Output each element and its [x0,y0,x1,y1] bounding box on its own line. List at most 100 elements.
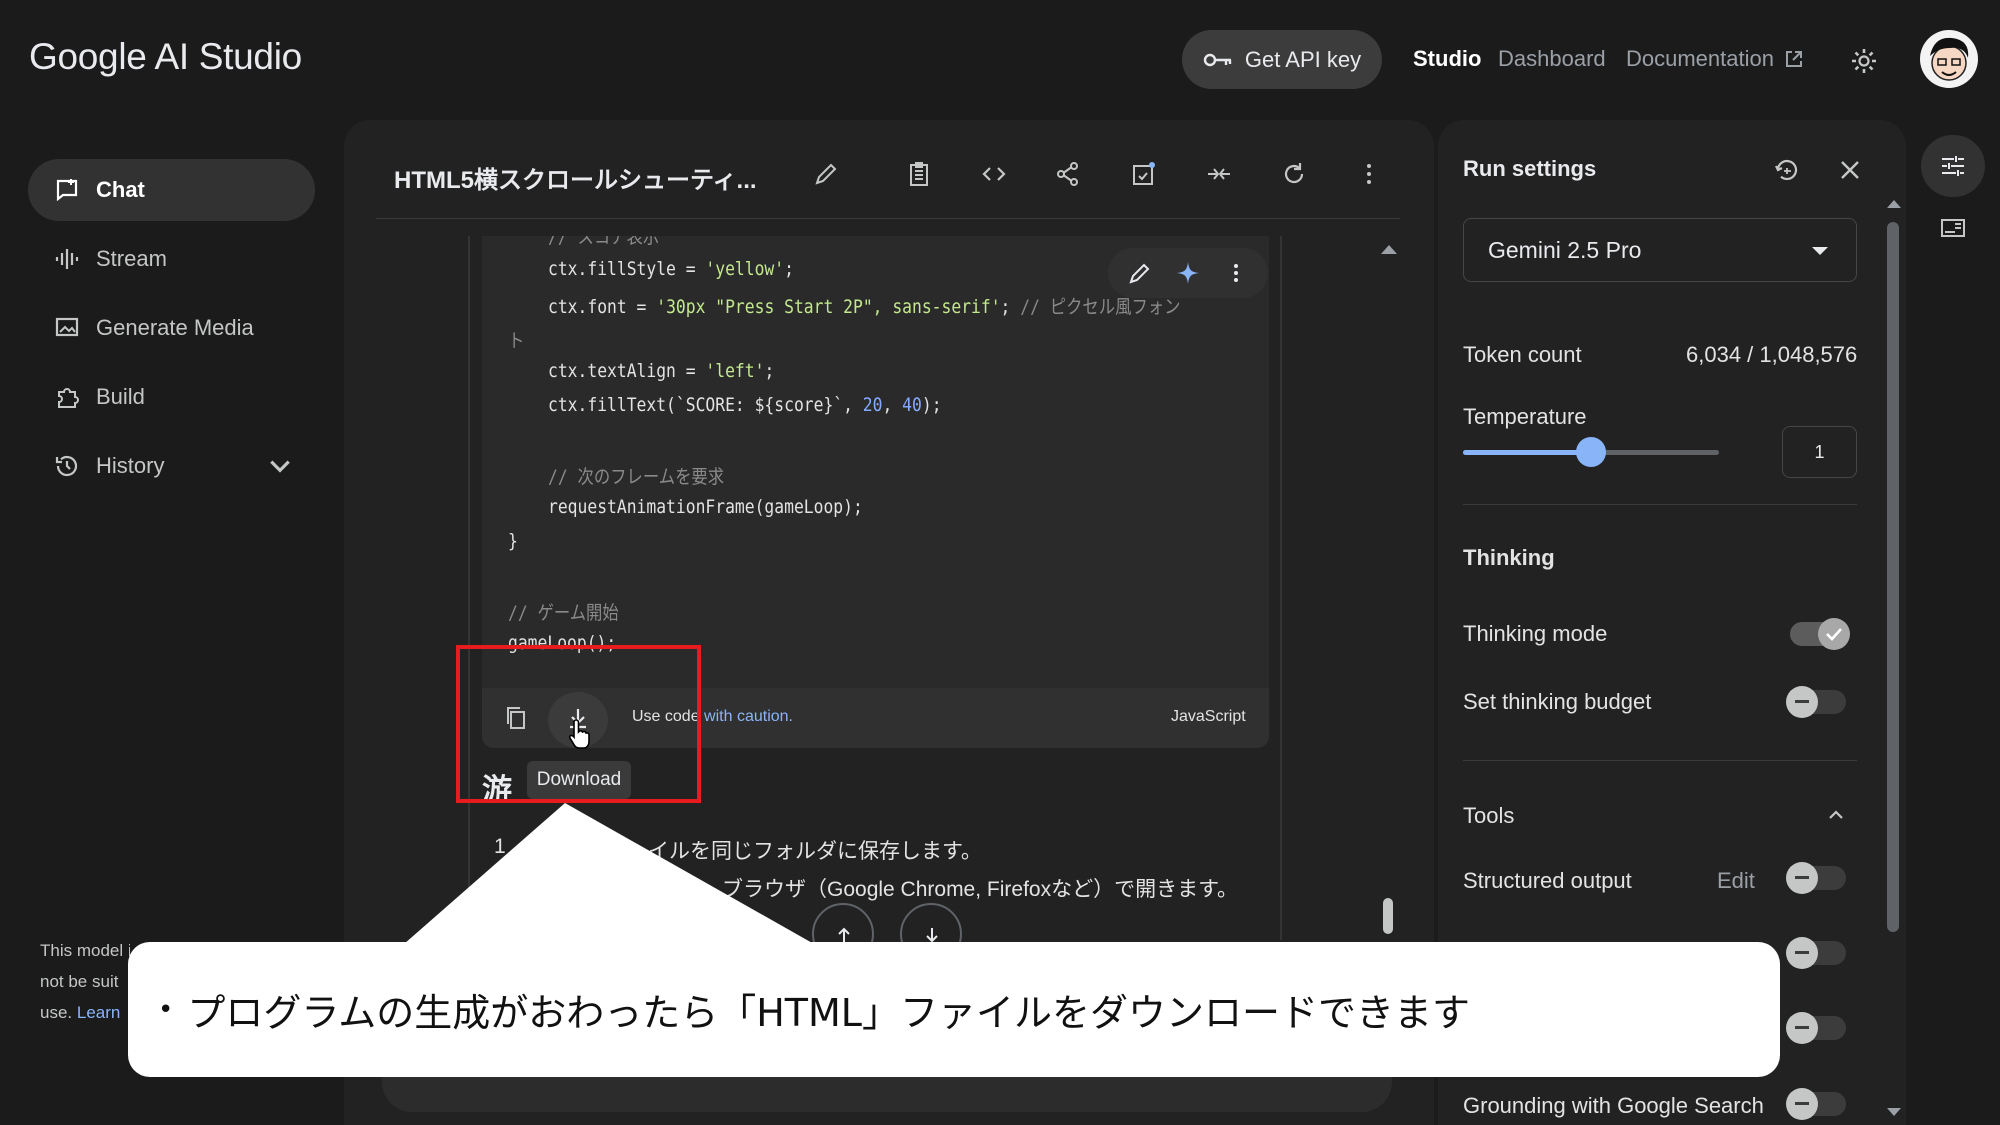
app-logo[interactable]: Google AI Studio [29,36,302,78]
code-text: ctx.font = [548,296,657,318]
avatar-illustration [1930,37,1969,81]
toggle-knob [1786,686,1818,718]
chevron-down-icon[interactable] [267,453,293,479]
sidebar-item-stream[interactable]: Stream [28,228,315,290]
code-comment: // スコア表示 [548,236,660,248]
chat-icon [56,179,78,202]
share-icon[interactable] [1054,160,1082,188]
code-string: 'yellow' [705,258,785,280]
waveform-icon [55,249,79,269]
toggle-knob [1786,862,1818,894]
sidebar-item-history[interactable]: History [28,435,315,497]
temperature-input[interactable]: 1 [1782,426,1857,478]
toggle-knob [1786,1012,1818,1044]
structured-output-toggle[interactable] [1786,862,1846,894]
code-number: 40 [902,394,922,416]
model-select-value: Gemini 2.5 Pro [1488,236,1642,263]
clipboard-icon[interactable] [905,160,933,188]
list-item-text: イルを同じフォルダに保存します。 [648,840,982,863]
header-divider [376,218,1400,219]
disclaimer-line: not be suit [40,972,119,991]
puzzle-icon [58,388,79,408]
sidebar-item-label: Generate Media [96,315,254,340]
settings-divider [1463,760,1857,761]
sidebar-item-build[interactable]: Build [28,366,315,428]
chat-scroll-up-arrow[interactable] [1381,245,1397,254]
edit-pencil-icon[interactable] [1127,260,1153,286]
dropdown-caret-icon [1812,247,1828,255]
code-line: ctx.textAlign = 'left'; [548,360,774,382]
model-select[interactable]: Gemini 2.5 Pro [1463,218,1857,282]
callout-text: プログラムの生成がおわったら「HTML」ファイルをダウンロードできます [187,991,1470,1035]
settings-gear-icon[interactable] [1850,47,1878,75]
response-rail [1280,236,1282,940]
list-item-text: ブラウザ（Google Chrome, Firefoxなど）で開きます。 [722,878,1238,901]
edit-pencil-icon[interactable] [812,160,840,188]
disclaimer-prefix: use. [40,1003,77,1022]
temperature-label: Temperature [1463,404,1587,429]
caution-link[interactable]: with caution. [704,708,793,725]
settings-scroll-up-arrow[interactable] [1887,200,1901,208]
token-count-label: Token count [1463,342,1582,367]
thinking-mode-toggle[interactable] [1790,618,1850,650]
panel-layout-icon[interactable] [1939,214,1967,242]
sidebar-item-label: History [96,453,165,478]
code-text: ; [764,360,775,382]
refresh-icon[interactable] [1280,160,1308,188]
nav-documentation[interactable]: Documentation [1626,46,1804,72]
response-rail [468,236,470,940]
image-icon [55,317,79,337]
save-to-drive-icon[interactable] [1130,160,1158,188]
run-settings-title: Run settings [1463,156,1597,181]
key-icon [1203,53,1232,66]
sidebar-item-generate-media[interactable]: Generate Media [28,297,315,359]
get-api-key-button[interactable]: Get API key [1182,30,1382,89]
user-avatar[interactable] [1920,30,1978,88]
model-disclaimer: This model i not be suit use. Learn [40,935,130,1028]
sidebar-item-chat[interactable]: Chat [28,159,315,221]
settings-scroll-down-arrow[interactable] [1887,1108,1901,1116]
tool-toggle[interactable] [1786,937,1846,969]
code-language-label: JavaScript [1171,708,1246,725]
temperature-slider-thumb[interactable] [1576,437,1606,467]
structured-output-edit-link[interactable]: Edit [1717,868,1755,894]
more-vert-icon[interactable] [1355,160,1383,188]
code-text: requestAnimationFrame(gameLoop); [548,496,863,518]
temperature-slider[interactable] [1463,437,1719,467]
code-icon[interactable] [980,160,1008,188]
reset-settings-icon[interactable] [1773,156,1801,184]
code-line: // 次のフレームを要求 [548,462,724,489]
code-text: ctx.fillText(`SCORE: ${score}`, [548,394,863,416]
code-text: ); [921,394,942,416]
run-settings-toggle-button[interactable] [1921,135,1985,197]
code-line: // ゲーム開始 [508,598,619,625]
learn-more-link[interactable]: Learn [77,1003,120,1022]
code-comment: // ピクセル風フォン [1020,296,1181,318]
code-line: requestAnimationFrame(gameLoop); [548,496,863,518]
sparkle-icon[interactable] [1175,260,1201,286]
thinking-section-header: Thinking [1463,545,1555,570]
code-line: } [508,530,518,552]
grounding-toggle[interactable] [1786,1088,1846,1120]
compare-icon[interactable] [1205,160,1233,188]
sidebar-item-label: Chat [96,177,145,202]
more-vert-icon[interactable] [1223,260,1249,286]
tool-toggle[interactable] [1786,1012,1846,1044]
tune-sliders-icon [1942,156,1964,176]
nav-documentation-label: Documentation [1626,46,1774,71]
thinking-budget-toggle[interactable] [1786,686,1846,718]
check-icon [1826,628,1842,641]
code-text: ctx.fillStyle = [548,258,706,280]
code-number: 20 [862,394,883,416]
settings-scrollbar-thumb[interactable] [1887,222,1899,932]
nav-studio[interactable]: Studio [1413,46,1481,72]
code-text: ; [1000,296,1021,318]
chevron-up-icon[interactable] [1827,806,1845,824]
code-comment: ト [508,330,525,352]
code-comment: // 次のフレームを要求 [548,466,725,488]
chat-scrollbar-thumb[interactable] [1383,898,1393,934]
close-icon[interactable] [1836,156,1864,184]
chat-title: HTML5横スクロールシューティ... [394,167,757,194]
code-text: , [882,394,903,416]
nav-dashboard[interactable]: Dashboard [1498,46,1606,72]
